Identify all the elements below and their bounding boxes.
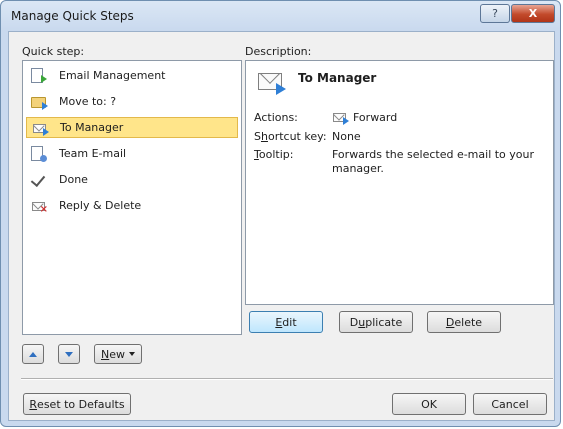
move-up-button[interactable] [22, 344, 44, 364]
list-item-done[interactable]: Done [26, 169, 238, 190]
actions-label: Actions: [254, 111, 298, 124]
list-item-team-email[interactable]: Team E-mail [26, 143, 238, 164]
description-label: Description: [245, 45, 312, 58]
action-value: Forward [353, 111, 398, 124]
new-button[interactable]: New [94, 344, 142, 364]
help-icon: ? [492, 7, 498, 20]
list-item-label: Done [59, 173, 88, 186]
shortcut-key-value: None [332, 130, 361, 143]
list-item-email-management[interactable]: Email Management [26, 65, 238, 86]
cancel-button[interactable]: Cancel [473, 393, 547, 415]
description-panel: To Manager Actions: Forward Shortcut key… [245, 60, 554, 305]
list-item-label: Team E-mail [59, 147, 127, 160]
close-button[interactable]: X [511, 4, 555, 23]
email-management-icon [31, 67, 47, 84]
help-button[interactable]: ? [480, 4, 510, 23]
list-item-label: To Manager [60, 121, 124, 134]
edit-button[interactable]: Edit [249, 311, 323, 333]
duplicate-button[interactable]: Du plicate [339, 311, 413, 333]
list-item-label: Move to: ? [59, 95, 117, 108]
dialog-body: Quick step: Description: Email Managemen… [8, 31, 555, 421]
forward-action-icon [332, 109, 349, 125]
tooltip-label: Tooltip: [254, 148, 294, 161]
forward-email-large-icon [256, 69, 286, 95]
quick-step-label: Quick step: [22, 45, 85, 58]
move-to-folder-icon [31, 94, 48, 110]
list-item-label: Email Management [59, 69, 166, 82]
arrow-up-icon [29, 351, 37, 357]
separator [21, 378, 553, 380]
title-bar: Manage Quick Steps ? X [1, 1, 560, 31]
list-item-to-manager[interactable]: To Manager [26, 117, 238, 138]
delete-button[interactable]: Delete [427, 311, 501, 333]
shortcut-key-label: Shortcut key: [254, 130, 327, 143]
forward-email-icon [32, 120, 49, 136]
ok-button[interactable]: OK [392, 393, 466, 415]
list-item-move-to[interactable]: Move to: ? [26, 91, 238, 112]
dropdown-arrow-icon [129, 352, 135, 356]
arrow-down-icon [65, 351, 73, 357]
tooltip-value: Forwards the selected e-mail to your man… [332, 148, 535, 175]
quick-step-list[interactable]: Email Management Move to: ? To Manager T… [22, 60, 242, 335]
list-item-label: Reply & Delete [59, 199, 142, 212]
manage-quick-steps-dialog: Manage Quick Steps ? X Quick step: Descr… [0, 0, 561, 427]
dialog-title: Manage Quick Steps [11, 9, 134, 23]
quick-step-name: To Manager [298, 71, 377, 85]
reply-delete-icon: × [31, 198, 48, 214]
team-email-icon [31, 145, 47, 162]
list-item-reply-delete[interactable]: × Reply & Delete [26, 195, 238, 216]
reset-to-defaults-button[interactable]: Reset to Defaults [23, 393, 131, 415]
checkmark-icon [30, 171, 47, 188]
close-icon: X [528, 7, 538, 20]
move-down-button[interactable] [58, 344, 80, 364]
